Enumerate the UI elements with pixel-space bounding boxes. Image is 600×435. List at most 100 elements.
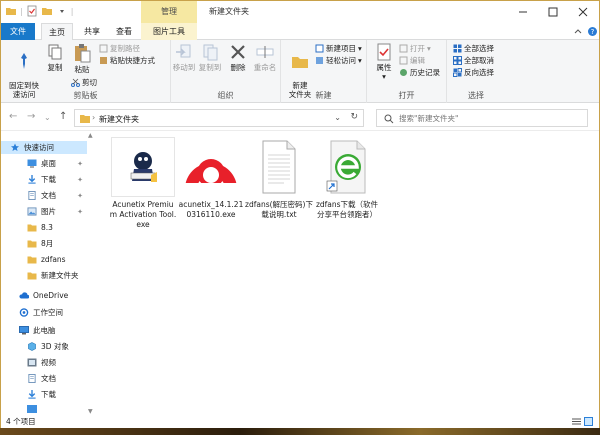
select-all-icon	[453, 44, 462, 53]
folder-icon	[27, 256, 37, 264]
recent-dropdown-icon[interactable]: ⌄	[44, 113, 51, 122]
edit-button[interactable]: 编辑	[399, 55, 425, 66]
properties-check-icon[interactable]	[26, 5, 38, 17]
search-input[interactable]	[399, 113, 579, 124]
close-icon	[578, 7, 588, 17]
nav-item-pc-documents[interactable]: 文档	[1, 372, 87, 385]
computer-icon	[19, 326, 29, 335]
file-item[interactable]: zdfans(解压密码)下载说明.txt	[245, 137, 313, 220]
breadcrumb-current[interactable]: 新建文件夹	[99, 114, 139, 125]
nav-item-pc-downloads[interactable]: 下载	[1, 388, 87, 401]
copy-button[interactable]: 复制	[43, 42, 67, 72]
easy-access-label: 轻松访问	[326, 56, 356, 65]
address-bar[interactable]: › 新建文件夹 ⌄ ↻	[74, 109, 364, 127]
cut-button[interactable]: 剪切	[71, 77, 97, 88]
file-item[interactable]: Acunetix Premium Activation Tool.exe	[109, 137, 177, 230]
delete-button[interactable]: 删除	[227, 42, 249, 72]
select-all-button[interactable]: 全部选择	[453, 43, 494, 54]
paste-button[interactable]: 粘贴	[69, 42, 95, 74]
details-view-icon[interactable]	[572, 417, 581, 426]
select-none-button[interactable]: 全部取消	[453, 55, 494, 66]
file-name: zdfans下载（软件分享平台领跑者）	[315, 200, 379, 219]
close-button[interactable]	[568, 1, 598, 23]
new-item-button[interactable]: 新建项目 ▾	[315, 43, 362, 54]
invert-selection-button[interactable]: 反向选择	[453, 67, 494, 78]
address-dropdown-icon[interactable]: ⌄	[334, 113, 341, 122]
copy-path-button[interactable]: 复制路径	[99, 43, 140, 54]
copy-to-button[interactable]: 复制到	[197, 42, 223, 72]
folder-icon	[27, 240, 37, 248]
scroll-up-arrow-icon[interactable]: ▲	[88, 132, 93, 139]
file-item[interactable]: zdfans下载（软件分享平台领跑者）	[313, 137, 381, 220]
rename-button[interactable]: 重命名	[251, 42, 279, 72]
minimize-button[interactable]	[508, 1, 538, 23]
delete-label: 删除	[230, 63, 246, 72]
nav-label: zdfans	[41, 255, 66, 264]
nav-item-folder-8-month[interactable]: 8月	[1, 237, 87, 250]
nav-item-videos[interactable]: 视频	[1, 356, 87, 369]
file-list-view: Acunetix Premium Activation Tool.exe acu…	[97, 132, 599, 415]
ribbon-collapse-icon[interactable]	[573, 27, 583, 37]
qat-dropdown-icon[interactable]	[56, 5, 68, 17]
tab-view[interactable]: 查看	[109, 23, 139, 40]
nav-item-folder-new[interactable]: 新建文件夹	[1, 269, 87, 282]
tab-home[interactable]: 主页	[41, 23, 73, 41]
nav-item-documents[interactable]: 文档 ✦	[1, 189, 87, 202]
folder-icon	[27, 224, 37, 232]
select-all-label: 全部选择	[464, 44, 494, 53]
refresh-icon[interactable]: ↻	[350, 112, 358, 122]
pin-icon[interactable]: ✦	[77, 160, 83, 168]
back-arrow-icon[interactable]: ←	[9, 111, 17, 122]
search-box[interactable]	[376, 109, 588, 127]
browser-shortcut-icon	[326, 140, 366, 194]
nav-item-downloads[interactable]: 下载 ✦	[1, 173, 87, 186]
file-thumbnail	[111, 137, 175, 197]
nav-item-folder-zdfans[interactable]: zdfans	[1, 253, 87, 266]
open-group-label: 打开	[398, 91, 415, 100]
nav-item-3d-objects[interactable]: 3D 对象	[1, 340, 87, 353]
nav-item-this-pc[interactable]: 此电脑	[1, 324, 87, 337]
nav-item-quick-access[interactable]: 快速访问	[1, 141, 87, 154]
scroll-down-arrow-icon[interactable]: ▼	[88, 408, 93, 415]
nav-label: 文档	[41, 374, 56, 383]
easy-access-button[interactable]: 轻松访问 ▾	[315, 55, 362, 66]
history-button[interactable]: 历史记录	[399, 67, 440, 78]
document-icon	[28, 191, 36, 200]
nav-item-desktop[interactable]: 桌面 ✦	[1, 157, 87, 170]
nav-item-workspace[interactable]: 工作空间	[1, 306, 87, 319]
pin-icon[interactable]: ✦	[77, 208, 83, 216]
nav-item-pictures[interactable]: 图片 ✦	[1, 205, 87, 218]
tab-file[interactable]: 文件	[1, 23, 35, 40]
folder-icon[interactable]	[5, 5, 17, 17]
nav-item-folder-8-3[interactable]: 8.3	[1, 221, 87, 234]
pin-icon[interactable]: ✦	[77, 192, 83, 200]
file-item[interactable]: acunetix_14.1.210316110.exe	[177, 137, 245, 220]
breadcrumb-chevron-icon[interactable]: ›	[92, 113, 95, 122]
properties-button[interactable]: 属性 ▾	[371, 42, 397, 81]
new-item-icon	[315, 44, 324, 53]
tab-share[interactable]: 共享	[77, 23, 107, 40]
maximize-button[interactable]	[538, 1, 568, 23]
desktop-background-strip	[0, 428, 600, 435]
nav-scroll-down-indicator[interactable]	[27, 405, 37, 413]
organize-group-label: 组织	[217, 91, 234, 100]
select-none-icon	[453, 56, 462, 65]
new-folder-icon[interactable]	[41, 5, 53, 17]
copy-path-icon	[99, 44, 108, 53]
dropdown-arrow-icon: ▾	[382, 72, 386, 81]
tab-picture-tools[interactable]: 图片工具	[141, 23, 197, 40]
up-arrow-icon[interactable]: ↑	[59, 111, 67, 122]
paste-shortcut-button[interactable]: 粘贴快捷方式	[99, 55, 155, 66]
forward-arrow-icon[interactable]: →	[27, 111, 35, 122]
title-bar: | | 管理 新建文件夹	[1, 1, 599, 23]
open-button[interactable]: 打开 ▾	[399, 43, 431, 54]
large-icons-view-icon[interactable]	[584, 417, 593, 426]
new-item-label: 新建项目	[326, 44, 356, 53]
new-folder-icon	[292, 57, 308, 68]
nav-item-onedrive[interactable]: OneDrive	[1, 289, 87, 302]
help-icon[interactable]: ?	[587, 26, 598, 37]
nav-pane-scrollbar[interactable]: ▲ ▼	[87, 132, 95, 415]
nav-label: 新建文件夹	[41, 271, 79, 280]
move-to-button[interactable]: 移动到	[171, 42, 197, 72]
pin-icon[interactable]: ✦	[77, 176, 83, 184]
